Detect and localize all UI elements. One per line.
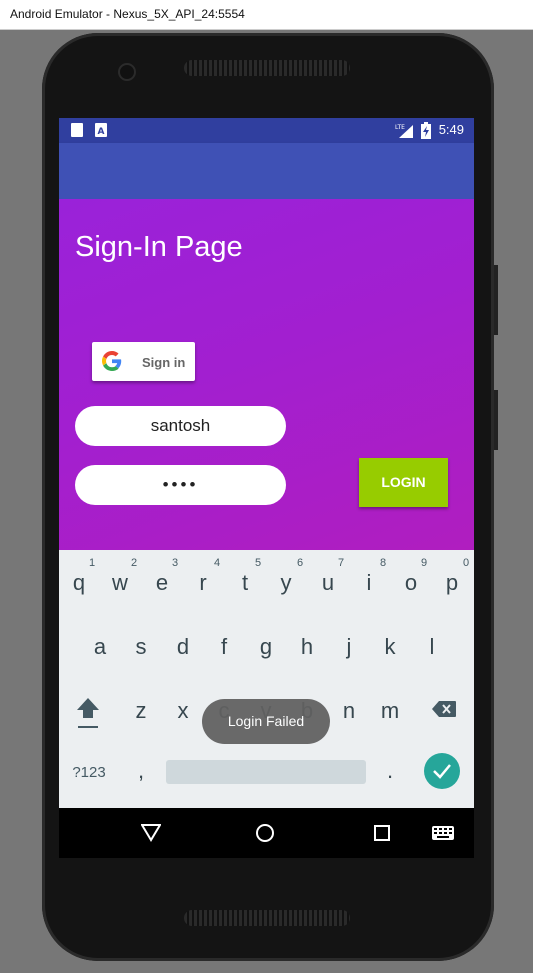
action-bar: [59, 143, 474, 199]
key-q[interactable]: q: [59, 570, 99, 596]
key-i[interactable]: i: [349, 570, 389, 596]
volume-button[interactable]: [494, 390, 498, 450]
back-nav-icon[interactable]: [141, 824, 161, 842]
backspace-icon[interactable]: [431, 700, 457, 718]
page-title: Sign-In Page: [75, 231, 243, 263]
key-hint: 5: [254, 557, 262, 569]
key-period[interactable]: .: [370, 758, 410, 784]
svg-text:LTE: LTE: [395, 124, 405, 131]
sd-card-icon: [71, 123, 83, 137]
svg-text:A: A: [98, 127, 105, 137]
key-n[interactable]: n: [329, 698, 369, 724]
key-o[interactable]: o: [391, 570, 431, 596]
bottom-speaker: [184, 910, 350, 926]
soft-keyboard: 1 2 3 4 5 6 7 8 9 0 q w e r t y u i o p …: [59, 550, 474, 808]
shift-icon[interactable]: [75, 696, 101, 730]
enter-button[interactable]: [424, 753, 460, 789]
keyboard-nav-icon[interactable]: [432, 826, 454, 840]
key-h[interactable]: h: [287, 634, 327, 660]
username-field[interactable]: santosh: [75, 406, 286, 446]
key-hint: 4: [213, 557, 221, 569]
key-m[interactable]: m: [370, 698, 410, 724]
google-signin-button[interactable]: Sign in: [92, 342, 195, 381]
power-button[interactable]: [494, 265, 498, 335]
toast-message: Login Failed: [202, 699, 330, 744]
key-g[interactable]: g: [246, 634, 286, 660]
battery-icon: [421, 122, 431, 139]
key-x[interactable]: x: [163, 698, 203, 724]
key-j[interactable]: j: [329, 634, 369, 660]
key-hint: 2: [130, 557, 138, 569]
emulator-titlebar: Android Emulator - Nexus_5X_API_24:5554: [0, 0, 533, 30]
recents-nav-icon[interactable]: [374, 825, 390, 841]
a-icon: A: [95, 123, 107, 137]
key-hint: 9: [420, 557, 428, 569]
key-k[interactable]: k: [370, 634, 410, 660]
key-hint: 3: [171, 557, 179, 569]
key-hint: 0: [462, 557, 470, 569]
key-hint: 1: [88, 557, 96, 569]
key-f[interactable]: f: [204, 634, 244, 660]
home-nav-icon[interactable]: [255, 823, 275, 843]
window-title: Android Emulator - Nexus_5X_API_24:5554: [10, 7, 245, 21]
status-bar: A LTE 5:49: [59, 118, 474, 143]
google-g-icon: [102, 351, 122, 371]
spacebar[interactable]: [166, 760, 366, 784]
key-r[interactable]: r: [183, 570, 223, 596]
key-z[interactable]: z: [121, 698, 161, 724]
key-hint: 6: [296, 557, 304, 569]
device-screen: A LTE 5:49 Sign-In Page Sign in santosh …: [59, 118, 474, 858]
key-y[interactable]: y: [266, 570, 306, 596]
key-a[interactable]: a: [80, 634, 120, 660]
key-hint: 8: [379, 557, 387, 569]
key-e[interactable]: e: [142, 570, 182, 596]
key-l[interactable]: l: [412, 634, 452, 660]
lte-signal-icon: LTE: [395, 124, 413, 138]
key-d[interactable]: d: [163, 634, 203, 660]
key-s[interactable]: s: [121, 634, 161, 660]
key-comma[interactable]: ,: [121, 758, 161, 784]
password-field[interactable]: ••••: [75, 465, 286, 505]
key-p[interactable]: p: [432, 570, 472, 596]
key-u[interactable]: u: [308, 570, 348, 596]
symbols-key[interactable]: ?123: [69, 764, 109, 781]
clock: 5:49: [438, 122, 464, 137]
key-hint: 7: [337, 557, 345, 569]
top-speaker: [184, 60, 350, 76]
signin-content: Sign-In Page Sign in santosh •••• LOGIN: [59, 199, 474, 550]
navigation-bar: [59, 808, 474, 858]
check-icon: [433, 764, 451, 779]
key-w[interactable]: w: [100, 570, 140, 596]
front-camera: [118, 63, 136, 81]
key-t[interactable]: t: [225, 570, 265, 596]
login-button[interactable]: LOGIN: [359, 458, 448, 507]
google-signin-label: Sign in: [142, 355, 186, 370]
